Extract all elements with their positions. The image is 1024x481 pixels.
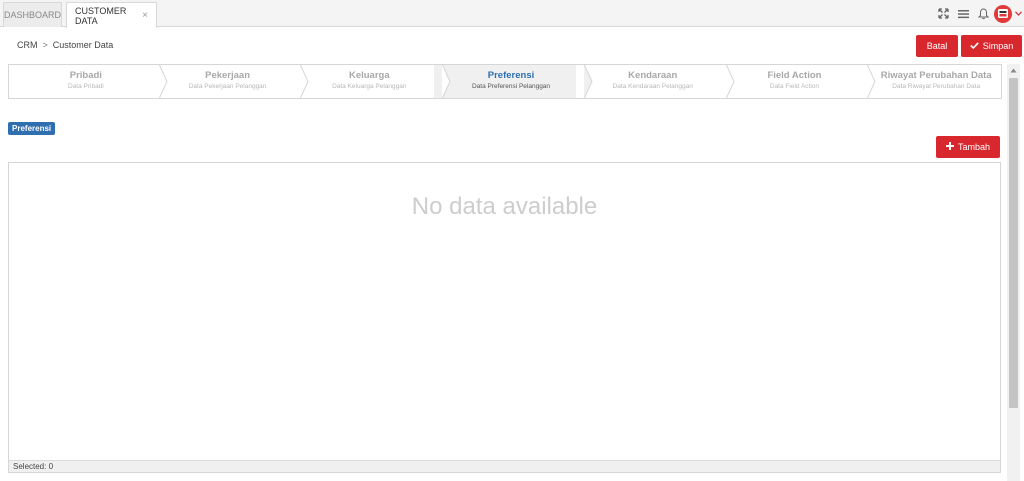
tab-customer-data-label: CUSTOMER DATA bbox=[75, 5, 127, 26]
header-icon-group bbox=[934, 0, 1024, 27]
wizard-step-subtitle: Data Preferensi Pelanggan bbox=[471, 83, 551, 90]
simpan-button-label: Simpan bbox=[982, 41, 1014, 51]
scrollbar-thumb[interactable] bbox=[1009, 78, 1018, 408]
wizard-step-subtitle: Data Keluarga Pelanggan bbox=[332, 83, 407, 90]
wizard-step-subtitle: Data Riwayat Perubahan Data bbox=[892, 83, 981, 90]
check-icon bbox=[969, 41, 979, 51]
wizard-steps: Pribadi Data Pribadi Pekerjaan Data Peke… bbox=[8, 64, 1002, 99]
wizard-step-title: Pribadi bbox=[69, 70, 102, 81]
expand-icon[interactable] bbox=[934, 5, 952, 23]
wizard-step-keluarga[interactable]: Keluarga Data Keluarga Pelanggan bbox=[292, 64, 451, 99]
tab-dashboard[interactable]: DASHBOARD bbox=[3, 2, 62, 27]
wizard-step-title: Preferensi bbox=[487, 70, 535, 81]
wizard-step-title: Keluarga bbox=[348, 70, 390, 81]
breadcrumb: CRM > Customer Data bbox=[17, 40, 113, 50]
wizard-step-pekerjaan[interactable]: Pekerjaan Data Pekerjaan Pelanggan bbox=[151, 64, 309, 99]
grid-footer-selection: Selected: 0 bbox=[9, 460, 1000, 472]
breadcrumb-root[interactable]: CRM bbox=[17, 40, 38, 50]
chevron-down-icon[interactable] bbox=[1012, 11, 1024, 16]
wizard-step-title: Riwayat Perubahan Data bbox=[880, 70, 992, 81]
breadcrumb-separator: > bbox=[42, 40, 48, 50]
simpan-button[interactable]: Simpan bbox=[961, 35, 1022, 57]
bell-icon[interactable] bbox=[974, 5, 992, 23]
wizard-step-subtitle: Data Field Action bbox=[769, 83, 820, 90]
wizard-step-title: Pekerjaan bbox=[205, 70, 251, 81]
tab-customer-data[interactable]: CUSTOMER DATA × bbox=[66, 2, 157, 28]
wizard-step-preferensi[interactable]: Preferensi Data Preferensi Pelanggan bbox=[434, 64, 593, 99]
hamburger-menu-icon[interactable] bbox=[954, 5, 972, 23]
wizard-step-riwayat-perubahan-data[interactable]: Riwayat Perubahan Data Data Riwayat Peru… bbox=[859, 65, 1001, 98]
wizard-step-pribadi[interactable]: Pribadi Data Pribadi bbox=[9, 64, 168, 99]
empty-state-message: No data available bbox=[411, 193, 598, 220]
wizard-step-subtitle: Data Pribadi bbox=[67, 83, 104, 90]
wizard-step-subtitle: Data Kendaraan Pelanggan bbox=[612, 83, 693, 90]
page-scrollbar[interactable] bbox=[1007, 64, 1020, 481]
breadcrumb-current: Customer Data bbox=[52, 40, 114, 50]
batal-button[interactable]: Batal bbox=[916, 35, 958, 57]
wizard-step-title: Kendaraan bbox=[628, 70, 678, 81]
tab-close-icon[interactable]: × bbox=[142, 10, 148, 21]
wizard-step-field-action[interactable]: Field Action Data Field Action bbox=[718, 64, 876, 99]
tambah-button[interactable]: Tambah bbox=[936, 136, 1000, 158]
data-grid: No data available Selected: 0 bbox=[8, 162, 1001, 473]
top-tab-bar: DASHBOARD CUSTOMER DATA × bbox=[0, 0, 1024, 28]
section-badge: Preferensi bbox=[8, 122, 56, 135]
scroll-up-arrow-icon[interactable] bbox=[1007, 64, 1020, 76]
avatar-icon[interactable] bbox=[994, 4, 1012, 23]
wizard-step-subtitle: Data Pekerjaan Pelanggan bbox=[188, 83, 267, 90]
batal-button-label: Batal bbox=[926, 41, 948, 51]
wizard-step-title: Field Action bbox=[767, 70, 822, 81]
wizard-step-kendaraan[interactable]: Kendaraan Data Kendaraan Pelanggan bbox=[576, 64, 735, 99]
plus-icon bbox=[945, 141, 954, 153]
tambah-button-label: Tambah bbox=[957, 142, 991, 152]
tab-dashboard-label: DASHBOARD bbox=[4, 10, 62, 20]
